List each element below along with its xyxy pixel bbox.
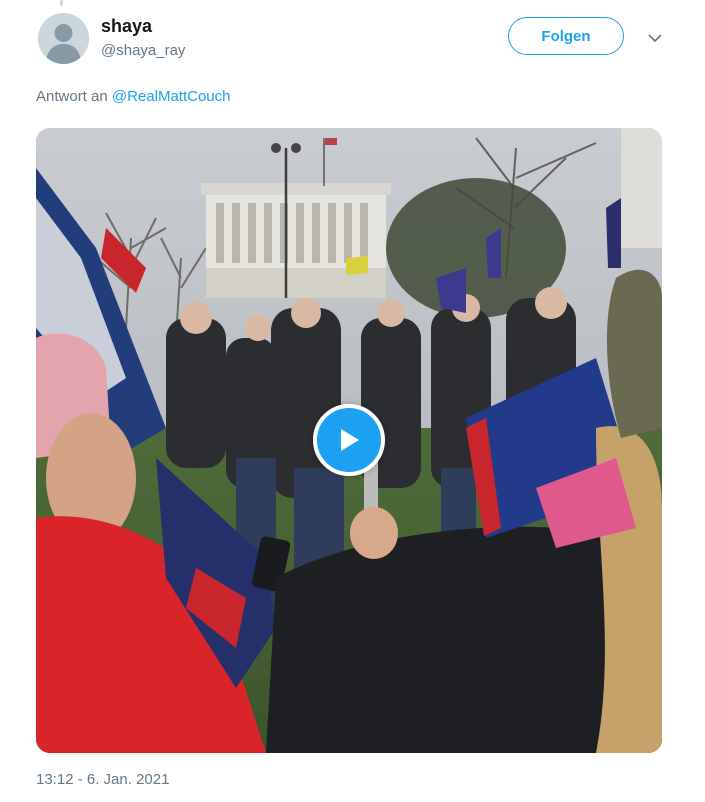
video-media[interactable] <box>36 128 662 753</box>
follow-button[interactable]: Folgen <box>508 17 624 55</box>
reply-mention-link[interactable]: @RealMattCouch <box>112 88 231 105</box>
chevron-down-icon <box>648 34 662 42</box>
default-avatar-icon <box>38 13 89 64</box>
author-display-name[interactable]: shaya <box>101 16 152 36</box>
tweet-timestamp[interactable]: 13:12 - 6. Jan. 2021 <box>36 771 169 789</box>
more-options-button[interactable] <box>640 25 670 51</box>
avatar[interactable] <box>38 13 89 64</box>
reply-prefix: Antwort an <box>36 88 112 105</box>
author-handle[interactable]: @shaya_ray <box>101 42 185 60</box>
reply-context: Antwort an @RealMattCouch <box>36 88 230 106</box>
play-button[interactable] <box>313 404 385 476</box>
play-icon <box>341 429 359 451</box>
thread-connector <box>60 0 63 6</box>
